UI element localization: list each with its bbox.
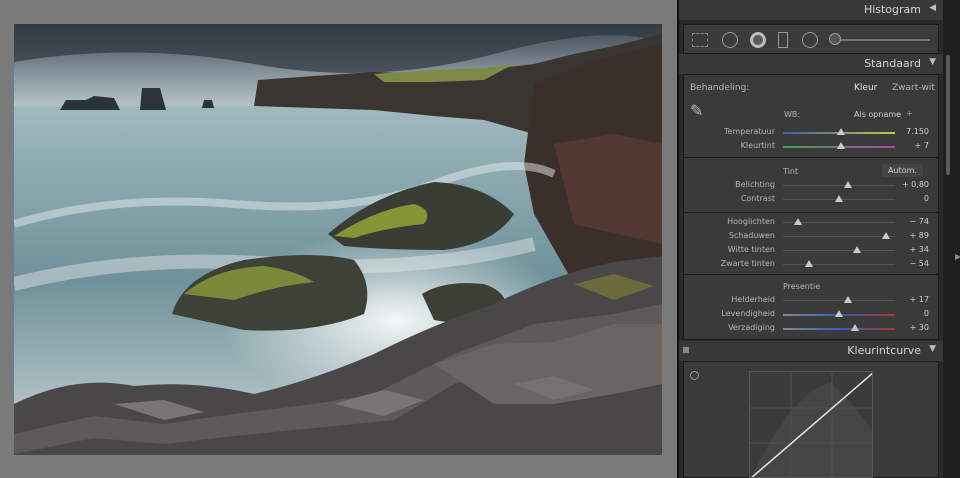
slider-value-temperatuur[interactable]: 7.150 [889, 127, 929, 136]
tone-curve-title: Kleurintcurve [847, 344, 921, 357]
red-eye-icon[interactable] [750, 32, 766, 48]
slider-value-witte-tinten[interactable]: + 34 [889, 245, 929, 254]
slider-track-belichting[interactable] [783, 185, 895, 186]
slider-value-levendigheid[interactable]: 0 [889, 309, 929, 318]
tool-strip [683, 24, 939, 54]
slider-label-levendigheid: Levendigheid [721, 309, 775, 318]
wb-label: WB: [784, 110, 801, 119]
treatment-label: Behandeling: [690, 83, 750, 93]
slider-track-zwarte-tinten[interactable] [783, 264, 895, 265]
radial-filter-icon[interactable] [802, 32, 818, 48]
slider-value-belichting[interactable]: + 0,80 [889, 180, 929, 189]
slider-label-contrast: Contrast [740, 194, 775, 203]
slider-track-witte-tinten[interactable] [783, 250, 895, 251]
brush-track [830, 39, 930, 41]
slider-knob-kleurtint[interactable] [837, 142, 846, 149]
section-divider [683, 212, 939, 213]
slider-knob-levendigheid[interactable] [835, 310, 843, 317]
slider-label-schaduwen: Schaduwen [728, 231, 775, 240]
slider-label-kleurtint: Kleurtint [740, 141, 775, 150]
auto-tone-button[interactable]: Autom. [882, 164, 923, 177]
target-adjust-icon[interactable] [690, 371, 699, 380]
slider-track-helderheid[interactable] [783, 300, 895, 301]
lightroom-develop-window: Histogram ◀ Standaard ▼ Behandeling: Kle… [0, 0, 960, 478]
eyedropper-icon[interactable]: ✎ [690, 101, 714, 125]
slider-value-kleurtint[interactable]: + 7 [889, 141, 929, 150]
slider-label-hooglichten: Hooglichten [727, 217, 775, 226]
slider-value-hooglichten[interactable]: − 74 [889, 217, 929, 226]
histogram-title: Histogram [863, 3, 921, 16]
slider-knob-temperatuur[interactable] [837, 128, 846, 135]
slider-label-helderheid: Helderheid [731, 295, 775, 304]
slider-knob-belichting[interactable] [843, 181, 852, 188]
slider-label-verzadiging: Verzadiging [728, 323, 775, 332]
wb-select[interactable]: Als opname [854, 110, 901, 119]
histogram-header[interactable]: Histogram ◀ [679, 0, 943, 20]
panel-edge-arrow-icon[interactable]: ▶ [955, 252, 960, 261]
slider-label-temperatuur: Temperatuur [724, 127, 775, 136]
slider-value-contrast[interactable]: 0 [889, 194, 929, 203]
graduated-filter-icon[interactable] [778, 32, 788, 48]
collapse-arrow-icon[interactable]: ▼ [929, 344, 936, 354]
tint-section-label: Tint [783, 167, 799, 176]
grid-overlay-icon[interactable] [692, 33, 708, 47]
panel-switch-icon[interactable] [683, 347, 689, 353]
section-divider [683, 274, 939, 275]
slider-value-schaduwen[interactable]: + 89 [889, 231, 929, 240]
tone-curve-graph[interactable] [749, 371, 873, 478]
slider-knob-hooglichten[interactable] [793, 218, 802, 225]
collapse-arrow-icon[interactable]: ▼ [929, 57, 936, 67]
treatment-bw-button[interactable]: Zwart-wit [892, 83, 935, 93]
slider-knob-witte-tinten[interactable] [852, 246, 861, 253]
basic-panel-title: Standaard [864, 57, 921, 70]
slider-label-belichting: Belichting [735, 180, 775, 189]
slider-value-helderheid[interactable]: + 17 [889, 295, 929, 304]
slider-track-schaduwen[interactable] [783, 236, 895, 237]
presence-section-label: Presentie [783, 282, 821, 291]
photo-canvas [0, 0, 677, 478]
slider-knob-zwarte-tinten[interactable] [804, 260, 813, 267]
tone-curve-header[interactable]: Kleurintcurve ▼ [679, 341, 943, 361]
photo-preview[interactable] [14, 24, 662, 455]
spot-removal-icon[interactable] [722, 32, 738, 48]
slider-value-zwarte-tinten[interactable]: − 54 [889, 259, 929, 268]
adjustment-brush-icon[interactable] [829, 33, 841, 45]
basic-panel-header[interactable]: Standaard ▼ [679, 54, 943, 74]
slider-label-zwarte-tinten: Zwarte tinten [720, 259, 775, 268]
slider-track-verzadiging[interactable] [783, 328, 895, 330]
slider-knob-verzadiging[interactable] [850, 324, 859, 331]
slider-knob-contrast[interactable] [835, 195, 843, 202]
slider-knob-helderheid[interactable] [843, 296, 852, 303]
treatment-color-button[interactable]: Kleur [854, 83, 877, 93]
section-divider [683, 157, 939, 158]
collapse-arrow-icon[interactable]: ◀ [929, 3, 936, 13]
slider-label-witte-tinten: Witte tinten [727, 245, 775, 254]
slider-value-verzadiging[interactable]: + 30 [889, 323, 929, 332]
wb-select-arrows[interactable]: ÷ [906, 109, 913, 118]
scrollbar-thumb[interactable] [946, 55, 950, 175]
